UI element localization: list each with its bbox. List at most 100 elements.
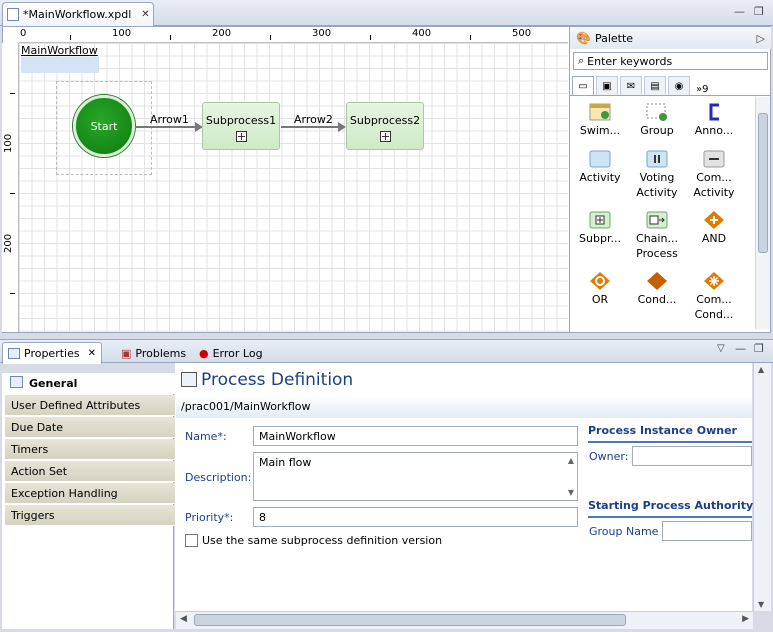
conditional-icon bbox=[647, 272, 667, 290]
arrow2-head bbox=[338, 122, 346, 132]
properties-nav: General User Defined Attributes Due Date… bbox=[2, 373, 175, 629]
scroll-right-icon[interactable]: ▶ bbox=[742, 614, 749, 624]
minimize-icon[interactable]: — bbox=[734, 5, 745, 18]
palette-item-group[interactable]: Group bbox=[627, 103, 687, 138]
close-tab-icon[interactable]: ✕ bbox=[141, 9, 149, 20]
nav-triggers[interactable]: Triggers bbox=[5, 505, 175, 526]
search-icon: ⌕ bbox=[578, 54, 585, 67]
horizontal-scrollbar[interactable]: ◀ ▶ bbox=[176, 611, 753, 629]
palette-title: Palette bbox=[594, 31, 634, 45]
collapse-palette-icon[interactable]: ▷ bbox=[757, 32, 765, 45]
group-name-label: Group Name bbox=[589, 525, 659, 538]
nav-due-date[interactable]: Due Date bbox=[5, 417, 175, 438]
palette-overflow[interactable]: »9 bbox=[696, 84, 708, 95]
breadcrumb: /prac001/MainWorkflow bbox=[181, 400, 311, 413]
arrow2-label[interactable]: Arrow2 bbox=[294, 113, 333, 126]
tab-properties[interactable]: Properties ✕ bbox=[2, 342, 102, 364]
palette-item-complex-conditional[interactable]: Com... Cond... bbox=[684, 272, 744, 322]
subprocess1-label: Subprocess1 bbox=[205, 114, 277, 127]
palette-item-subprocess[interactable]: Subpr... bbox=[570, 211, 630, 246]
owner-field[interactable] bbox=[632, 446, 752, 466]
palette-item-and[interactable]: AND bbox=[684, 211, 744, 246]
subprocess2-label: Subprocess2 bbox=[349, 114, 421, 127]
subprocess1-node[interactable]: Subprocess1 bbox=[202, 102, 280, 150]
view-menu-icon[interactable]: ▽ bbox=[717, 343, 725, 354]
ruler-label: 400 bbox=[412, 28, 432, 39]
expand-icon[interactable] bbox=[235, 131, 247, 142]
priority-label: Priority*: bbox=[185, 511, 234, 524]
subprocess-icon bbox=[589, 211, 611, 229]
arrow1-label[interactable]: Arrow1 bbox=[150, 113, 189, 126]
palette-scroll-thumb[interactable] bbox=[758, 113, 768, 253]
compensation-activity-icon bbox=[703, 150, 725, 168]
palette-item-compensation[interactable]: Com... Activity bbox=[684, 150, 744, 200]
tab-error-log[interactable]: ● Error Log bbox=[194, 342, 268, 364]
palette-scrollbar[interactable] bbox=[755, 97, 770, 329]
same-version-checkbox[interactable] bbox=[185, 534, 198, 547]
palette-item-conditional[interactable]: Cond... bbox=[627, 272, 687, 307]
scroll-up-icon[interactable]: ▲ bbox=[758, 365, 764, 374]
tab-document-icon[interactable]: ▤ bbox=[644, 76, 666, 95]
palette-item-or[interactable]: OR bbox=[570, 272, 630, 307]
scroll-up-icon[interactable]: ▲ bbox=[568, 456, 574, 465]
properties-icon bbox=[8, 348, 20, 359]
maximize-icon[interactable]: ❐ bbox=[754, 342, 764, 355]
nav-timers[interactable]: Timers bbox=[5, 439, 175, 460]
tab-web-service-icon[interactable]: ◉ bbox=[668, 76, 690, 95]
palette-item-annotation[interactable]: Anno... bbox=[684, 103, 744, 138]
minimize-icon[interactable]: — bbox=[735, 342, 746, 355]
horizontal-ruler: 0 100 200 300 400 500 bbox=[19, 27, 568, 43]
palette-panel: 🎨 Palette ▷ ⌕ Enter keywords ▭ ▣ ✉ ▤ ◉ »… bbox=[569, 27, 771, 332]
nav-exception-handling[interactable]: Exception Handling bbox=[5, 483, 175, 504]
palette-header[interactable]: 🎨 Palette ▷ bbox=[570, 27, 771, 49]
group-icon bbox=[646, 103, 667, 121]
scroll-down-icon[interactable]: ▼ bbox=[568, 488, 574, 497]
annotation-icon bbox=[709, 103, 719, 121]
ruler-label: 500 bbox=[512, 28, 532, 39]
horizontal-scroll-thumb[interactable] bbox=[194, 614, 626, 626]
description-label: Description: bbox=[185, 471, 252, 484]
expand-icon[interactable] bbox=[379, 131, 391, 142]
tab-mail-icon[interactable]: ✉ bbox=[620, 76, 642, 95]
xpdl-file-icon bbox=[7, 8, 19, 21]
description-field[interactable]: Main flow ▲ ▼ bbox=[253, 452, 578, 501]
swimlane-icon bbox=[589, 103, 611, 121]
scroll-down-icon[interactable]: ▼ bbox=[758, 600, 764, 609]
vertical-scrollbar[interactable]: ▲ ▼ bbox=[753, 363, 771, 611]
name-field[interactable]: MainWorkflow bbox=[253, 426, 578, 446]
activity-icon bbox=[589, 150, 611, 168]
ruler-label: 200 bbox=[3, 233, 14, 253]
group-name-field[interactable] bbox=[662, 521, 752, 541]
nav-action-set[interactable]: Action Set bbox=[5, 461, 175, 482]
palette-item-voting[interactable]: Voting Activity bbox=[627, 150, 687, 200]
diagram-canvas[interactable]: MainWorkflow Start Arrow1 Arrow2 Subproc… bbox=[19, 43, 568, 332]
palette-item-swimlane[interactable]: Swim... bbox=[570, 103, 630, 138]
general-icon bbox=[10, 376, 23, 388]
scroll-left-icon[interactable]: ◀ bbox=[180, 614, 187, 624]
editor-tab-bar: *MainWorkflow.xpdl ✕ — ❐ bbox=[0, 0, 773, 26]
maximize-icon[interactable]: ❐ bbox=[754, 5, 764, 18]
ruler-label: 200 bbox=[212, 28, 232, 39]
nav-general[interactable]: General bbox=[5, 373, 175, 394]
tab-problems[interactable]: ▣ Problems bbox=[116, 342, 191, 364]
complex-conditional-icon bbox=[704, 272, 724, 290]
palette-search-input[interactable]: ⌕ Enter keywords bbox=[573, 52, 768, 70]
ruler-label: 0 bbox=[20, 28, 27, 39]
problems-icon: ▣ bbox=[121, 346, 132, 360]
voting-activity-icon bbox=[646, 150, 668, 168]
and-gateway-icon bbox=[704, 211, 724, 229]
nav-user-defined-attributes[interactable]: User Defined Attributes bbox=[5, 395, 175, 416]
tab-basic-icon[interactable]: ▭ bbox=[572, 76, 594, 95]
palette-item-chained[interactable]: Chain... Process bbox=[627, 211, 687, 261]
close-tab-icon[interactable]: ✕ bbox=[88, 348, 96, 359]
ruler-label: 100 bbox=[3, 133, 14, 153]
tab-script-icon[interactable]: ▣ bbox=[596, 76, 618, 95]
ruler-label: 300 bbox=[312, 28, 332, 39]
editor-tab-mainworkflow[interactable]: *MainWorkflow.xpdl ✕ bbox=[2, 2, 154, 26]
error-log-icon: ● bbox=[199, 346, 209, 360]
owner-section-header: Process Instance Owner bbox=[588, 424, 737, 437]
subprocess2-node[interactable]: Subprocess2 bbox=[346, 102, 424, 150]
ruler-label: 100 bbox=[112, 28, 132, 39]
palette-item-activity[interactable]: Activity bbox=[570, 150, 630, 185]
priority-field[interactable]: 8 bbox=[253, 507, 578, 527]
